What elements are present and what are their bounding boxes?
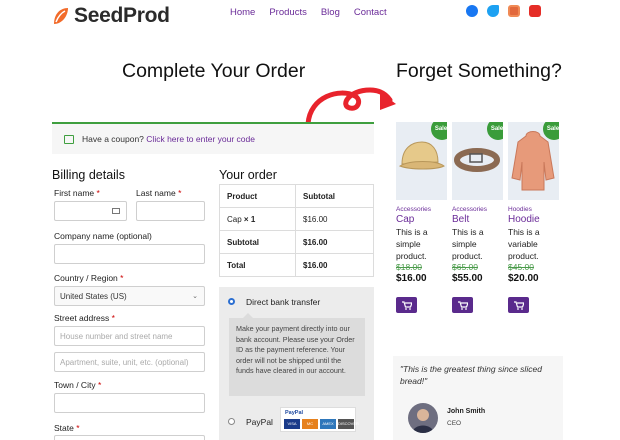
add-to-cart-button[interactable] [508, 297, 529, 313]
social-links [466, 5, 541, 17]
product-card[interactable]: Sale! Hoodies Hoodie This is a variable … [508, 122, 559, 313]
product-name[interactable]: Belt [452, 214, 503, 225]
product-category[interactable]: Accessories [452, 206, 503, 213]
nav-blog[interactable]: Blog [321, 7, 340, 18]
mastercard-icon: MC [302, 419, 318, 429]
state-field[interactable] [54, 435, 205, 440]
first-name-label: First name [54, 188, 95, 198]
item-name: Cap [227, 214, 242, 224]
bank-transfer-label[interactable]: Direct bank transfer [246, 297, 320, 307]
logo-text: SeedProd [74, 4, 170, 27]
cart-icon [457, 300, 468, 310]
state-label: State [54, 423, 74, 433]
paypal-label[interactable]: PayPal [246, 417, 273, 427]
nav-products[interactable]: Products [269, 7, 307, 18]
payment-logos: PayPal VISA MC AMEX DISCOVER [280, 407, 359, 432]
item-qty: × 1 [243, 214, 256, 224]
facebook-icon[interactable] [466, 5, 478, 17]
company-field[interactable] [54, 244, 205, 264]
product-category[interactable]: Hoodies [508, 206, 559, 213]
billing-title: Billing details [52, 168, 125, 182]
seedprod-logo[interactable]: SeedProd [52, 4, 170, 28]
visa-icon: VISA [284, 419, 300, 429]
paypal-logo: PayPal [285, 410, 304, 416]
product-price: $16.00 [396, 273, 427, 284]
autofill-card-icon [112, 208, 120, 214]
add-to-cart-button[interactable] [396, 297, 417, 313]
chevron-down-icon: ⌄ [192, 293, 198, 300]
table-row: Total $16.00 [219, 253, 374, 277]
add-to-cart-button[interactable] [452, 297, 473, 313]
product-name[interactable]: Cap [396, 214, 447, 225]
first-name-field[interactable] [54, 201, 127, 221]
table-row: Product Subtotal [219, 184, 374, 208]
bank-transfer-radio[interactable] [228, 298, 235, 305]
person-icon [412, 409, 434, 433]
last-name-field[interactable] [136, 201, 205, 221]
product-name[interactable]: Hoodie [508, 214, 559, 225]
total-value: $16.00 [295, 253, 374, 277]
instagram-icon[interactable] [508, 5, 520, 17]
product-card[interactable]: Sale! Accessories Belt This is a simple … [452, 122, 503, 313]
testimonial-quote: "This is the greatest thing since sliced… [400, 364, 542, 386]
street2-field[interactable]: Apartment, suite, unit, etc. (optional) [54, 352, 205, 372]
product-old-price: $65.00 [452, 262, 478, 272]
table-row: Cap × 1 $16.00 [219, 207, 374, 231]
street-field[interactable]: House number and street name [54, 326, 205, 346]
cart-icon [401, 300, 412, 310]
product-image[interactable]: Sale! [396, 122, 447, 200]
product-image[interactable]: Sale! [508, 122, 559, 200]
country-select[interactable]: United States (US) ⌄ [54, 286, 205, 306]
subtotal-value: $16.00 [295, 230, 374, 254]
coupon-icon [64, 134, 74, 144]
paypal-radio[interactable] [228, 418, 235, 425]
table-row: Subtotal $16.00 [219, 230, 374, 254]
amex-icon: AMEX [320, 419, 336, 429]
twitter-icon[interactable] [487, 5, 499, 17]
product-price: $20.00 [508, 273, 539, 284]
cart-icon [513, 300, 524, 310]
nav-home[interactable]: Home [230, 7, 255, 18]
company-label: Company name (optional) [54, 231, 152, 241]
bank-transfer-description: Make your payment directly into our bank… [229, 313, 365, 396]
avatar [408, 403, 438, 433]
main-nav: Home Products Blog Contact [230, 7, 387, 18]
product-image[interactable]: Sale! [452, 122, 503, 200]
page-title: Complete Your Order [122, 60, 306, 82]
discover-icon: DISCOVER [338, 419, 359, 429]
order-table: Product Subtotal Cap × 1 $16.00 Subtotal… [219, 184, 374, 277]
street-label: Street address [54, 313, 110, 323]
product-old-price: $18.00 [396, 262, 422, 272]
product-description: This is a simple product. [452, 227, 484, 261]
last-name-label: Last name [136, 188, 176, 198]
product-price: $55.00 [452, 273, 483, 284]
coupon-notice: Have a coupon? Click here to enter your … [52, 122, 374, 154]
nav-contact[interactable]: Contact [354, 7, 387, 18]
testimonial-author: John Smith [447, 408, 486, 415]
seedprod-leaf-icon [54, 8, 68, 24]
country-label: Country / Region [54, 273, 118, 283]
item-price: $16.00 [295, 207, 374, 231]
upsell-title: Forget Something? [396, 60, 562, 82]
product-description: This is a variable product. [508, 227, 540, 261]
order-title: Your order [219, 168, 277, 182]
product-card[interactable]: Sale! Accessories Cap This is a simple p… [396, 122, 447, 313]
town-field[interactable] [54, 393, 205, 413]
product-old-price: $45.00 [508, 262, 534, 272]
town-label: Town / City [54, 380, 96, 390]
testimonial-role: CEO [447, 420, 462, 427]
coupon-prefix: Have a coupon? [82, 134, 144, 144]
product-category[interactable]: Accessories [396, 206, 447, 213]
country-value: United States (US) [60, 291, 127, 301]
youtube-icon[interactable] [529, 5, 541, 17]
product-description: This is a simple product. [396, 227, 428, 261]
coupon-link[interactable]: Click here to enter your code [146, 134, 255, 144]
